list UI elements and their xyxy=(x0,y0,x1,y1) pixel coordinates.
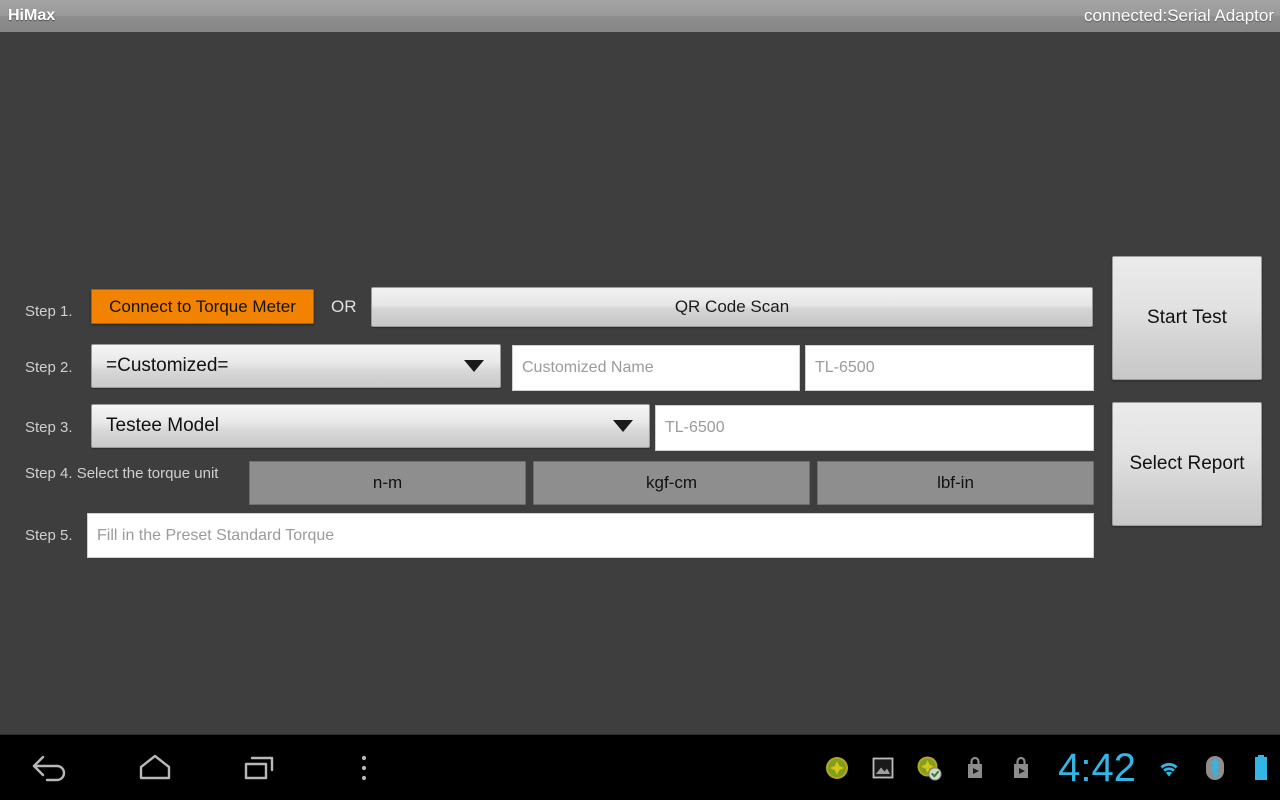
app-installed-icon[interactable] xyxy=(914,753,944,783)
step-2-label: Step 2. xyxy=(25,359,73,376)
customized-name-placeholder: Customized Name xyxy=(522,359,654,376)
play-store-icon-2[interactable] xyxy=(1006,753,1036,783)
battery-icon xyxy=(1246,753,1276,783)
overflow-menu-icon xyxy=(361,755,367,781)
bluetooth-icon xyxy=(1200,753,1230,783)
status-tray: 4:42 xyxy=(822,735,1276,800)
chevron-down-icon xyxy=(464,360,484,372)
customized-type-spinner-value: =Customized= xyxy=(106,355,229,376)
step-3-label: Step 3. xyxy=(25,419,73,436)
back-icon xyxy=(32,755,66,782)
testee-model-spinner[interactable]: Testee Model xyxy=(91,404,650,448)
back-button[interactable] xyxy=(0,735,104,800)
home-button[interactable] xyxy=(104,735,208,800)
torque-unit-button-nm[interactable]: n-m xyxy=(249,461,526,505)
app-title: HiMax xyxy=(8,7,56,24)
title-bar: HiMax connected:Serial Adaptor xyxy=(0,0,1280,32)
nav-buttons-group xyxy=(0,735,416,800)
android-navigation-bar: 4:42 xyxy=(0,734,1280,800)
customized-model-input[interactable]: TL-6500 xyxy=(805,345,1094,391)
customized-model-placeholder: TL-6500 xyxy=(815,359,875,376)
overflow-menu-button[interactable] xyxy=(312,735,416,800)
step-5-label: Step 5. xyxy=(25,527,73,544)
or-separator-label: OR xyxy=(331,297,357,316)
app-update-icon[interactable] xyxy=(822,753,852,783)
step-4-label: Step 4. Select the torque unit xyxy=(25,465,219,482)
status-clock: 4:42 xyxy=(1058,746,1136,790)
recents-icon xyxy=(244,756,274,780)
himax-app-window: HiMax connected:Serial Adaptor Step 1. C… xyxy=(0,0,1280,800)
chevron-down-icon xyxy=(613,420,633,432)
qr-code-scan-button[interactable]: QR Code Scan xyxy=(371,287,1093,327)
testee-model-input[interactable]: TL-6500 xyxy=(655,405,1094,451)
preset-standard-torque-placeholder: Fill in the Preset Standard Torque xyxy=(97,526,335,544)
connection-status-text: connected:Serial Adaptor xyxy=(1084,6,1274,25)
recents-button[interactable] xyxy=(208,735,312,800)
torque-unit-button-kgfcm[interactable]: kgf-cm xyxy=(533,461,810,505)
play-store-icon[interactable] xyxy=(960,753,990,783)
testee-model-placeholder: TL-6500 xyxy=(665,419,725,436)
torque-unit-button-lbfin[interactable]: lbf-in xyxy=(817,461,1094,505)
customized-type-spinner[interactable]: =Customized= xyxy=(91,344,501,388)
screenshot-icon[interactable] xyxy=(868,753,898,783)
wifi-icon xyxy=(1154,753,1184,783)
main-content: Step 1. Connect to Torque Meter OR QR Co… xyxy=(0,32,1280,734)
step-1-label: Step 1. xyxy=(25,303,73,320)
select-report-button[interactable]: Select Report xyxy=(1112,402,1262,526)
preset-standard-torque-input[interactable]: Fill in the Preset Standard Torque xyxy=(87,513,1094,558)
testee-model-spinner-value: Testee Model xyxy=(106,415,220,436)
start-test-button[interactable]: Start Test xyxy=(1112,256,1262,380)
customized-name-input[interactable]: Customized Name xyxy=(512,345,800,391)
connect-to-torque-meter-button[interactable]: Connect to Torque Meter xyxy=(91,289,314,324)
home-icon xyxy=(139,754,171,780)
